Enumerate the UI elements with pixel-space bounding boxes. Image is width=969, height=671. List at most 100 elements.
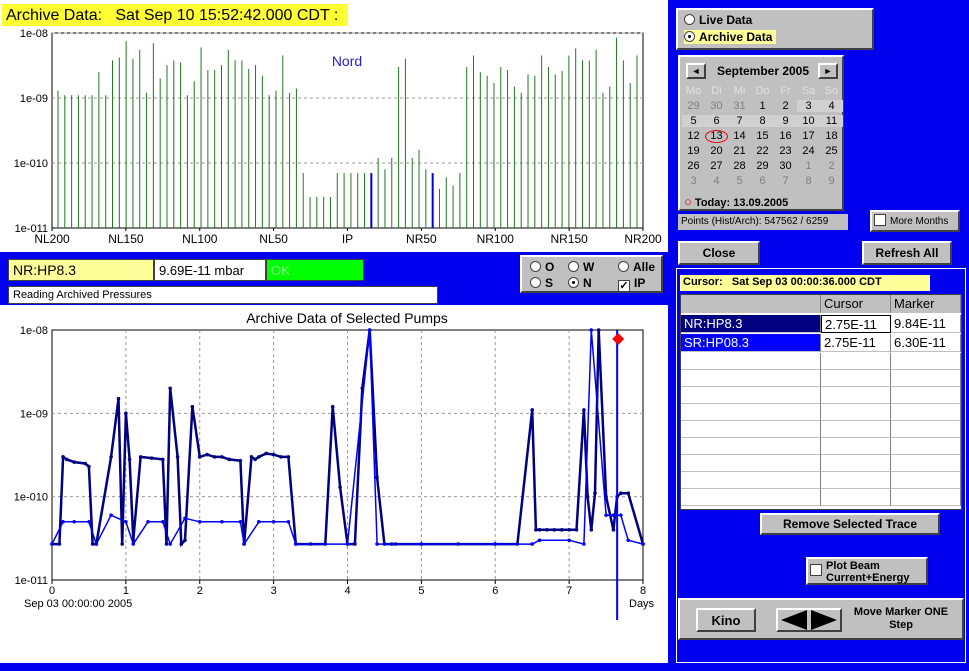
refresh-all-button[interactable]: Refresh All bbox=[862, 241, 952, 265]
data-point bbox=[619, 491, 623, 496]
archive-data-radio[interactable]: Archive Data bbox=[684, 30, 777, 44]
calendar-day[interactable]: 30 bbox=[705, 100, 728, 112]
calendar-day[interactable]: 10 bbox=[797, 115, 820, 127]
close-button[interactable]: Close bbox=[678, 241, 760, 265]
calendar-day[interactable]: 3 bbox=[797, 100, 820, 112]
calendar-day[interactable]: 8 bbox=[797, 175, 820, 187]
weekday-label: Do bbox=[755, 85, 770, 97]
x-tick-label: NL150 bbox=[108, 232, 144, 246]
data-point bbox=[61, 455, 65, 459]
calendar-day[interactable]: 7 bbox=[728, 115, 751, 127]
x-tick-label: NL100 bbox=[182, 232, 218, 246]
today-link[interactable]: ○ Today: 13.09.2005 bbox=[684, 194, 788, 209]
calendar-day[interactable]: 13 bbox=[705, 130, 728, 143]
calendar-day[interactable]: 3 bbox=[682, 175, 705, 187]
table-empty-rows bbox=[681, 353, 961, 509]
calendar-day[interactable]: 15 bbox=[751, 130, 774, 142]
calendar-day[interactable]: 2 bbox=[820, 160, 843, 172]
data-point bbox=[582, 542, 586, 546]
calendar-day[interactable]: 1 bbox=[751, 100, 774, 112]
data-point bbox=[367, 328, 372, 332]
x-tick-label: 2 bbox=[197, 585, 203, 597]
data-point bbox=[61, 519, 65, 524]
calendar-day[interactable]: 22 bbox=[751, 145, 774, 157]
empty-cell bbox=[821, 404, 891, 421]
calendar-day[interactable]: 5 bbox=[682, 115, 705, 127]
trace-table: Cursor Marker NR:HP8.3 2.75E-11 9.84E-11… bbox=[680, 294, 962, 510]
filter-s[interactable]: S bbox=[530, 276, 553, 290]
calendar-day[interactable]: 26 bbox=[682, 160, 705, 172]
calendar-day[interactable]: 24 bbox=[797, 145, 820, 157]
calendar-day[interactable]: 28 bbox=[728, 160, 751, 172]
data-point bbox=[149, 456, 154, 460]
more-months-checkbox[interactable]: More Months bbox=[870, 210, 960, 232]
plot-beam-checkbox[interactable]: Plot Beam Current+Energy bbox=[806, 557, 928, 585]
remove-trace-button[interactable]: Remove Selected Trace bbox=[760, 513, 940, 535]
pump-filter-group: O W Alle S N ✓ IP bbox=[520, 255, 663, 293]
calendar-day[interactable]: 2 bbox=[774, 100, 797, 112]
x-tick-label: 0 bbox=[49, 585, 55, 597]
data-point bbox=[626, 491, 631, 496]
x-tick-label: NR150 bbox=[550, 232, 588, 246]
filter-ip[interactable]: ✓ IP bbox=[618, 276, 645, 292]
calendar-day[interactable]: 9 bbox=[774, 115, 797, 127]
calendar-day[interactable]: 30 bbox=[774, 160, 797, 172]
calendar-day[interactable]: 11 bbox=[820, 115, 843, 127]
calendar-day[interactable]: 6 bbox=[705, 115, 728, 127]
calendar-day[interactable]: 29 bbox=[682, 100, 705, 112]
calendar-day[interactable]: 4 bbox=[820, 100, 843, 112]
table-row[interactable]: SR:HP08.3 2.75E-11 6.30E-11 bbox=[681, 334, 961, 352]
data-point bbox=[375, 475, 379, 480]
data-point bbox=[220, 519, 224, 524]
calendar-day[interactable]: 18 bbox=[820, 130, 843, 142]
data-point bbox=[338, 485, 342, 489]
table-row[interactable]: NR:HP8.3 2.75E-11 9.84E-11 bbox=[681, 315, 961, 333]
next-month-button[interactable]: ► bbox=[818, 63, 838, 79]
calendar-day[interactable]: 23 bbox=[774, 145, 797, 157]
radio-icon bbox=[684, 14, 695, 25]
calendar-day[interactable]: 4 bbox=[705, 175, 728, 187]
filter-w[interactable]: W bbox=[568, 260, 594, 274]
empty-cell bbox=[891, 489, 961, 506]
calendar-day[interactable]: 5 bbox=[728, 175, 751, 187]
kino-button[interactable]: Kino bbox=[696, 608, 756, 632]
data-point bbox=[168, 386, 172, 391]
x-tick-label: NL200 bbox=[34, 232, 70, 246]
calendar-day[interactable]: 25 bbox=[820, 145, 843, 157]
calendar-day[interactable]: 7 bbox=[774, 175, 797, 187]
calendar-day[interactable]: 9 bbox=[820, 175, 843, 187]
prev-month-button[interactable]: ◄ bbox=[686, 63, 706, 79]
weekday-label: Mo bbox=[685, 85, 702, 97]
calendar-day[interactable]: 19 bbox=[682, 145, 705, 157]
data-point bbox=[131, 542, 136, 546]
x-tick-label: 3 bbox=[271, 585, 277, 597]
filter-alle[interactable]: Alle bbox=[618, 260, 655, 274]
col-marker: Marker bbox=[891, 295, 961, 313]
data-point bbox=[596, 328, 601, 332]
status-message: Reading Archived Pressures bbox=[8, 286, 438, 304]
data-point bbox=[220, 455, 224, 459]
live-data-radio[interactable]: Live Data bbox=[684, 13, 752, 27]
filter-n[interactable]: N bbox=[568, 276, 592, 290]
calendar-day[interactable]: 17 bbox=[797, 130, 820, 142]
calendar-day[interactable]: 14 bbox=[728, 130, 751, 142]
data-point bbox=[238, 458, 243, 463]
calendar-day[interactable]: 16 bbox=[774, 130, 797, 142]
calendar: ◄ September 2005 ► Mo Di Mi Do Fr Sa So 29 30 31 1… bbox=[678, 55, 844, 211]
calendar-day[interactable]: 31 bbox=[728, 100, 751, 112]
calendar-day[interactable]: 29 bbox=[751, 160, 774, 172]
step-arrows-button[interactable] bbox=[776, 608, 842, 632]
calendar-day[interactable]: 1 bbox=[797, 160, 820, 172]
data-point bbox=[175, 455, 180, 459]
calendar-day[interactable]: 21 bbox=[728, 145, 751, 157]
data-point bbox=[57, 542, 62, 546]
data-point bbox=[72, 460, 76, 464]
empty-cell bbox=[891, 438, 961, 455]
calendar-day[interactable]: 12 bbox=[682, 130, 705, 142]
archive-title-banner: Archive Data: Sat Sep 10 15:52:42.000 CD… bbox=[2, 4, 348, 26]
filter-o[interactable]: O bbox=[530, 260, 554, 274]
calendar-day[interactable]: 27 bbox=[705, 160, 728, 172]
calendar-day[interactable]: 6 bbox=[751, 175, 774, 187]
calendar-day[interactable]: 8 bbox=[751, 115, 774, 127]
calendar-day[interactable]: 20 bbox=[705, 145, 728, 157]
